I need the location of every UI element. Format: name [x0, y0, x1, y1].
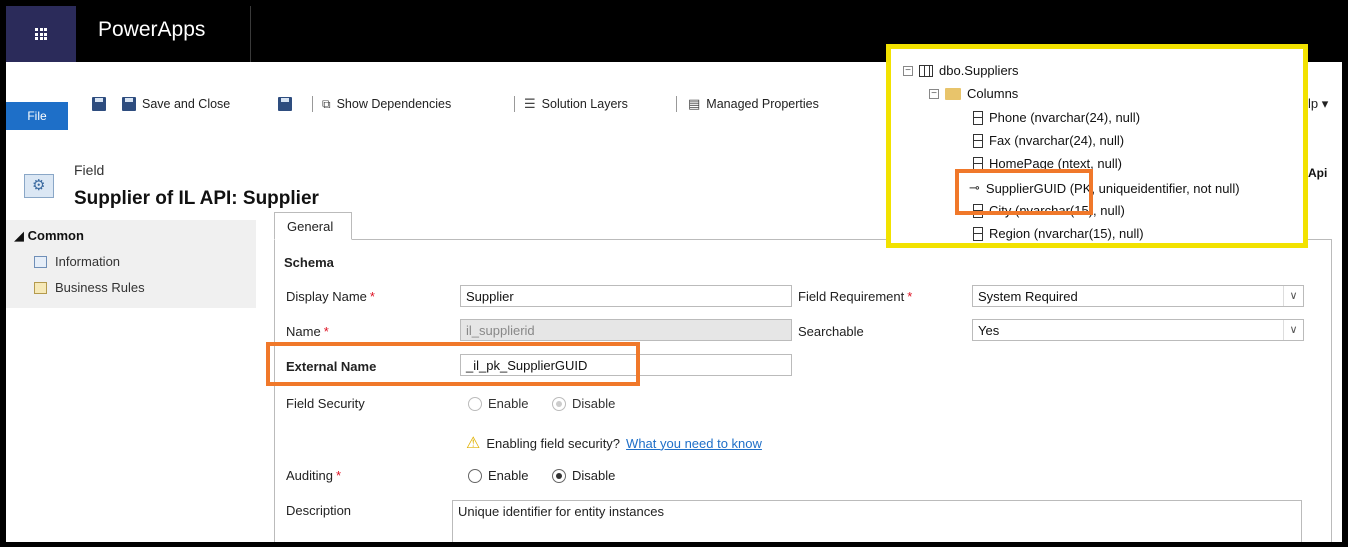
divider [250, 6, 251, 62]
supplier-guid-highlight [955, 169, 1093, 215]
tree-node-column[interactable]: Fax (nvarchar(24), null) [973, 133, 1124, 148]
app-window: PowerApps File Save and Close ⧉ Show Dep… [6, 6, 1342, 542]
save-as-icon [278, 97, 292, 111]
display-name-input[interactable]: Supplier [460, 285, 792, 307]
divider [676, 96, 677, 112]
searchable-label: Searchable [798, 324, 864, 339]
tree-node-table[interactable]: − dbo.Suppliers [903, 63, 1019, 78]
save-and-close-label: Save and Close [142, 97, 231, 111]
field-requirement-label: Field Requirement * [798, 289, 913, 304]
save-and-close-button[interactable]: Save and Close [122, 94, 230, 114]
save-close-icon [122, 97, 136, 111]
chevron-down-icon: ∨ [1283, 286, 1303, 306]
radio-icon [468, 396, 482, 411]
searchable-select[interactable]: Yes ∨ [972, 319, 1304, 341]
layers-icon: ☰ [524, 96, 536, 111]
solution-layers-label: Solution Layers [541, 97, 628, 111]
information-icon [34, 255, 47, 268]
schema-heading: Schema [284, 255, 334, 270]
app-launcher-button[interactable] [6, 6, 76, 62]
tree-node-columns[interactable]: − Columns [929, 86, 1018, 101]
field-security-label: Field Security [286, 396, 365, 411]
nav-item-information[interactable]: Information [34, 254, 120, 269]
chevron-down-icon: ∨ [1283, 320, 1303, 340]
nav-item-business-rules[interactable]: Business Rules [34, 280, 145, 295]
column-icon [973, 110, 983, 125]
external-name-highlight [266, 342, 640, 386]
divider [514, 96, 515, 112]
what-you-need-to-know-link[interactable]: What you need to know [626, 436, 762, 451]
column-icon [973, 133, 983, 148]
entity-type-label: Field [74, 162, 105, 178]
managed-properties-button[interactable]: ▤ Managed Properties [688, 94, 819, 114]
field-security-warning: ⚠ Enabling field security? What you need… [466, 433, 762, 453]
save-icon [92, 97, 106, 111]
nav-item-label: Business Rules [55, 280, 145, 295]
display-name-label: Display Name * [286, 289, 375, 304]
help-button[interactable]: lp ▾ [1308, 94, 1328, 114]
waffle-icon [35, 28, 47, 40]
warning-icon: ⚠ [466, 435, 481, 452]
show-dependencies-button[interactable]: ⧉ Show Dependencies [322, 94, 451, 114]
app-title[interactable]: PowerApps [98, 18, 205, 42]
tree-node-column[interactable]: Region (nvarchar(15), null) [973, 226, 1144, 241]
tab-general[interactable]: General [274, 212, 352, 240]
divider [312, 96, 313, 112]
header-right-text: Api [1308, 166, 1328, 180]
managed-properties-label: Managed Properties [706, 97, 819, 111]
save-as-button[interactable] [278, 94, 292, 114]
dependencies-icon: ⧉ [322, 96, 331, 111]
show-dependencies-label: Show Dependencies [336, 97, 452, 111]
file-button[interactable]: File [6, 102, 68, 130]
sql-object-tree-panel: − dbo.Suppliers − Columns Phone (nvarcha… [886, 44, 1308, 248]
name-label: Name * [286, 324, 329, 339]
auditing-label: Auditing * [286, 468, 342, 483]
folder-icon [945, 87, 961, 100]
radio-selected-icon [552, 396, 566, 411]
properties-icon: ▤ [688, 96, 701, 111]
description-label: Description [286, 503, 352, 518]
page-title: Supplier of IL API: Supplier [74, 188, 319, 209]
radio-selected-icon [552, 468, 566, 483]
nav-section-common[interactable]: ◢ Common [14, 228, 84, 244]
auditing-enable-radio[interactable]: Enable [468, 468, 528, 483]
left-nav: ◢ Common Information Business Rules [6, 220, 256, 308]
auditing-disable-radio[interactable]: Disable [552, 468, 615, 483]
nav-item-label: Information [55, 254, 121, 269]
table-icon [919, 64, 933, 77]
description-textarea[interactable]: Unique identifier for entity instances [452, 500, 1302, 542]
save-button[interactable] [92, 94, 106, 114]
field-security-enable-radio[interactable]: Enable [468, 396, 528, 411]
name-input[interactable]: il_supplierid [460, 319, 792, 341]
field-security-disable-radio[interactable]: Disable [552, 396, 615, 411]
tree-node-column[interactable]: Phone (nvarchar(24), null) [973, 110, 1140, 125]
collapse-icon: − [903, 65, 913, 76]
radio-icon [468, 468, 482, 483]
field-requirement-select[interactable]: System Required ∨ [972, 285, 1304, 307]
collapse-icon: − [929, 88, 939, 99]
warning-text: Enabling field security? [486, 435, 621, 451]
solution-layers-button[interactable]: ☰ Solution Layers [524, 94, 628, 114]
business-rules-icon [34, 281, 47, 294]
column-icon [973, 226, 983, 241]
field-entity-icon [24, 174, 54, 198]
